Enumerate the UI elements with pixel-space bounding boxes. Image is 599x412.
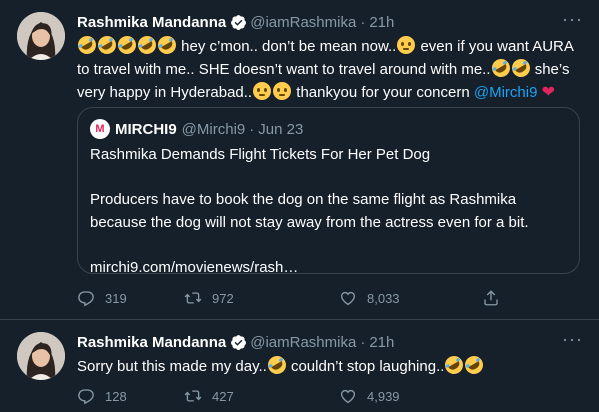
mention-link[interactable]: @Mirchi9	[474, 84, 538, 101]
verified-badge-icon	[231, 334, 247, 350]
tweet-text-part: couldn’t stop laughing..	[286, 358, 445, 375]
rofl-emoji	[442, 352, 467, 378]
reply-count: 128	[105, 388, 127, 404]
like-count: 4,939	[367, 388, 400, 404]
reply-icon	[78, 291, 94, 307]
red-heart-emoji: ❤	[541, 84, 556, 101]
rofl-emoji	[264, 352, 290, 378]
tweet-actions: 128 427 4,939	[77, 386, 517, 406]
reply-button[interactable]: 128	[77, 386, 127, 406]
reply-icon	[78, 389, 94, 405]
reply-button[interactable]: 319	[77, 288, 127, 308]
rofl-emoji	[74, 32, 100, 58]
quoted-date: Jun 23	[258, 120, 304, 138]
like-count: 8,033	[367, 290, 400, 306]
more-options-icon[interactable]: ···	[562, 10, 582, 32]
rofl-emoji	[154, 32, 180, 58]
tweet-text-part: thankyou for your concern	[292, 84, 474, 101]
tweet-header: Rashmika Mandanna @iamRashmika · 21h	[77, 332, 394, 352]
avatar[interactable]	[17, 12, 65, 60]
rofl-emoji	[114, 32, 140, 58]
retweet-icon	[184, 390, 202, 402]
retweet-count: 972	[212, 290, 234, 306]
author-name[interactable]: Rashmika Mandanna	[77, 14, 226, 31]
tweet-text-part: Sorry but this made my day..	[77, 358, 267, 375]
separator-dot: ·	[360, 13, 366, 31]
like-button[interactable]: 8,033	[339, 288, 400, 308]
quoted-link[interactable]: mirchi9.com/movienews/rash…	[90, 256, 570, 279]
retweet-icon	[184, 292, 202, 304]
rofl-emoji	[94, 32, 120, 58]
share-icon	[484, 290, 498, 306]
retweet-button[interactable]: 427	[184, 386, 234, 406]
rofl-emoji	[488, 55, 513, 81]
smiling-tear-emoji	[397, 36, 416, 54]
quoted-author-name: MIRCHI9	[115, 120, 177, 138]
timestamp[interactable]: 21h	[369, 334, 394, 351]
quoted-tweet-header: MIRCHI9 @Mirchi9 · Jun 23	[90, 119, 303, 139]
rofl-emoji	[134, 32, 160, 58]
tweet-header: Rashmika Mandanna @iamRashmika · 21h	[77, 12, 394, 32]
like-button[interactable]: 4,939	[339, 386, 400, 406]
rofl-emoji	[462, 352, 487, 378]
tweet-actions: 319 972 8,033	[77, 288, 517, 308]
avatar[interactable]	[17, 332, 65, 380]
quoted-tweet-text: Rashmika Demands Flight Tickets For Her …	[90, 143, 570, 279]
tweet[interactable]: Rashmika Mandanna @iamRashmika · 21h ···…	[0, 320, 599, 412]
reply-count: 319	[105, 290, 127, 306]
quoted-avatar	[90, 119, 110, 139]
quoted-tweet-card[interactable]: MIRCHI9 @Mirchi9 · Jun 23 Rashmika Deman…	[77, 107, 580, 276]
smiling-tear-emoji	[253, 82, 272, 100]
more-options-icon[interactable]: ···	[562, 330, 582, 352]
tweet-text: hey c’mon.. don’t be mean now.. even if …	[74, 32, 577, 104]
author-handle[interactable]: @iamRashmika	[250, 334, 356, 351]
author-name[interactable]: Rashmika Mandanna	[77, 334, 226, 351]
rofl-emoji	[508, 55, 533, 81]
author-handle[interactable]: @iamRashmika	[250, 14, 356, 31]
share-button[interactable]	[482, 288, 510, 308]
quoted-headline: Rashmika Demands Flight Tickets For Her …	[90, 146, 431, 163]
tweet[interactable]: Rashmika Mandanna @iamRashmika · 21h ···…	[0, 0, 599, 320]
separator-dot: ·	[249, 120, 255, 138]
quoted-paragraph: Producers have to book the dog on the sa…	[90, 191, 529, 231]
tweet-text: Sorry but this made my day.. couldn’t st…	[77, 352, 577, 378]
heart-icon	[340, 389, 356, 404]
retweet-count: 427	[212, 388, 234, 404]
quoted-author-handle: @Mirchi9	[181, 120, 246, 138]
retweet-button[interactable]: 972	[184, 288, 234, 308]
verified-badge-icon	[231, 14, 247, 30]
smiling-tear-emoji	[273, 82, 292, 100]
tweet-text-part: hey c’mon.. don’t be mean now..	[177, 38, 397, 55]
timestamp[interactable]: 21h	[369, 14, 394, 31]
separator-dot: ·	[360, 333, 366, 351]
heart-icon	[340, 291, 356, 306]
